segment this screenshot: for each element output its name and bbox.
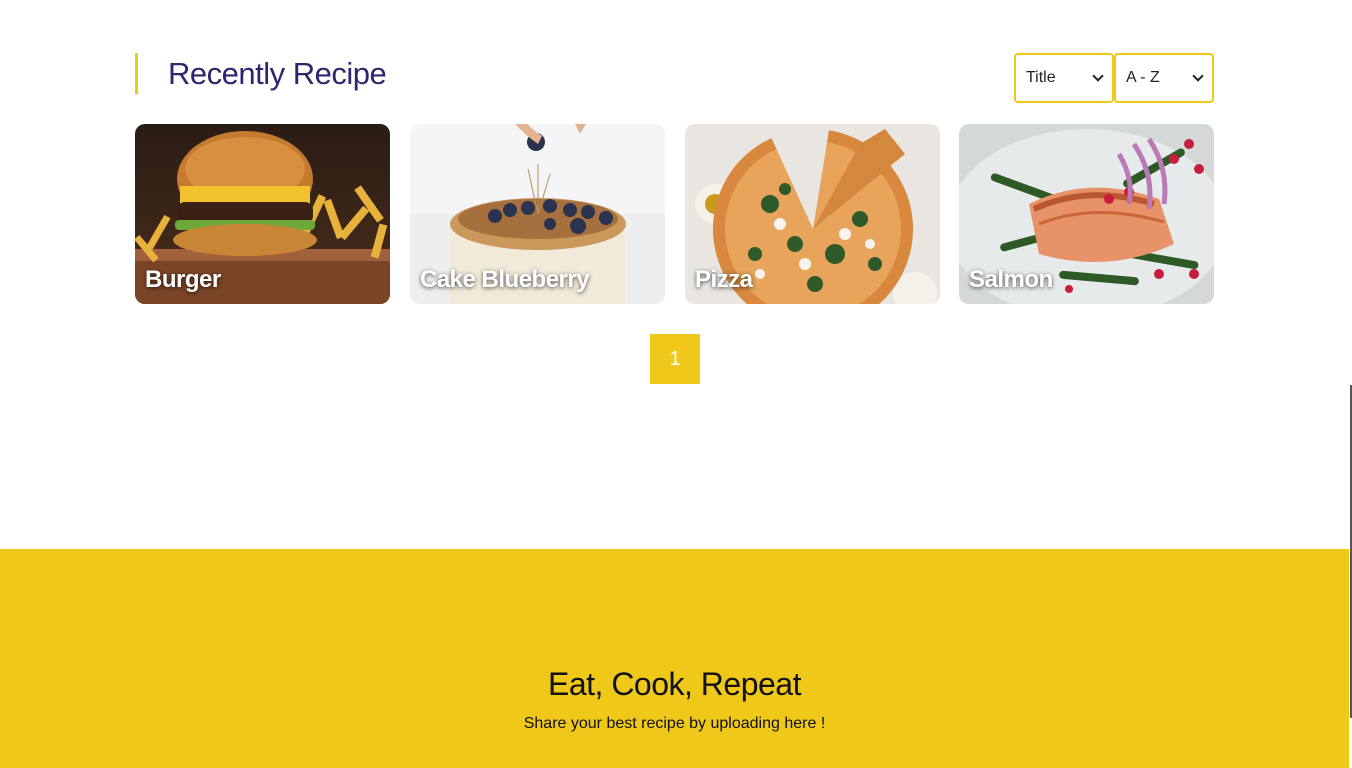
recipe-card[interactable]: Burger xyxy=(135,124,390,304)
sort-order-value: A - Z xyxy=(1126,69,1160,86)
chevron-down-icon xyxy=(1192,69,1204,82)
sort-order-select[interactable]: A - Z xyxy=(1114,53,1214,103)
footer-banner: Eat, Cook, Repeat Share your best recipe… xyxy=(0,549,1349,768)
page-1-button[interactable]: 1 xyxy=(650,334,700,384)
title-accent-bar xyxy=(135,53,138,94)
chevron-down-icon xyxy=(1092,69,1104,82)
recipe-section-header: Recently Recipe Title A - Z xyxy=(135,53,1214,103)
recipe-card[interactable]: Cake Blueberry xyxy=(410,124,665,304)
section-title: Recently Recipe xyxy=(168,56,387,91)
recipe-name: Pizza xyxy=(695,266,753,293)
recipe-card[interactable]: Pizza xyxy=(685,124,940,304)
footer-title: Eat, Cook, Repeat xyxy=(548,666,801,702)
recipe-name: Cake Blueberry xyxy=(420,266,590,293)
sort-field-select[interactable]: Title xyxy=(1014,53,1114,103)
page-number: 1 xyxy=(669,347,681,370)
sort-field-value: Title xyxy=(1026,69,1056,86)
recipe-card[interactable]: Salmon xyxy=(959,124,1214,304)
footer-subtitle: Share your best recipe by uploading here… xyxy=(523,715,826,732)
recipe-grid: Burger Cake Blueberry Pizza Salmon xyxy=(135,124,1214,304)
recipe-name: Salmon xyxy=(969,266,1053,293)
recipe-name: Burger xyxy=(145,266,221,293)
